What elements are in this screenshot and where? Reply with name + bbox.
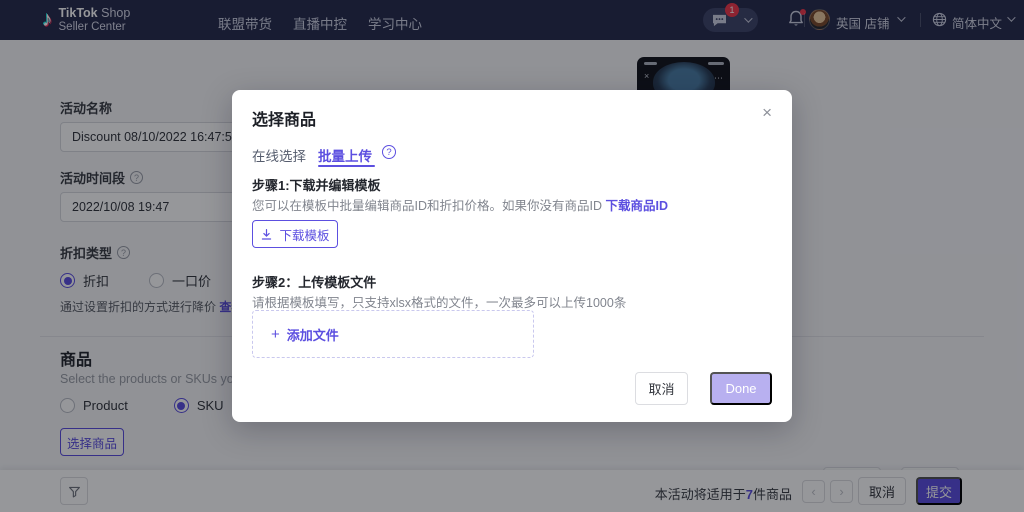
step2-description: 请根据模板填写，只支持xlsx格式的文件，一次最多可以上传1000条 — [252, 292, 626, 311]
active-tab-underline — [318, 165, 375, 167]
modal-cancel-button[interactable]: 取消 — [635, 372, 688, 405]
plus-icon: + — [271, 326, 280, 343]
tab-help-icon[interactable]: ? — [382, 145, 396, 159]
tab-bulk-upload[interactable]: 批量上传 — [318, 145, 372, 165]
modal-title: 选择商品 — [252, 106, 316, 130]
step2-title: 步骤2：上传模板文件 — [252, 272, 376, 291]
download-template-button[interactable]: 下载模板 — [252, 220, 338, 248]
modal-done-button[interactable]: Done — [710, 372, 772, 405]
select-products-modal: 选择商品 × 在线选择 批量上传 ? 步骤1:下载并编辑模板 您可以在模板中批量… — [232, 90, 792, 422]
step1-description: 您可以在模板中批量编辑商品ID和折扣价格。如果你没有商品ID 下载商品ID — [252, 195, 668, 214]
step1-title: 步骤1:下载并编辑模板 — [252, 175, 381, 194]
download-product-id-link[interactable]: 下载商品ID — [605, 199, 668, 213]
screen: ♪ TikTok Shop Seller Center 联盟带货 直播中控 学习… — [0, 0, 1024, 512]
download-icon — [260, 228, 273, 241]
file-dropzone[interactable]: + 添加文件 — [252, 310, 534, 358]
add-file-button[interactable]: + 添加文件 — [271, 325, 339, 344]
close-icon[interactable]: × — [762, 104, 772, 121]
tab-online-select[interactable]: 在线选择 — [252, 145, 306, 165]
